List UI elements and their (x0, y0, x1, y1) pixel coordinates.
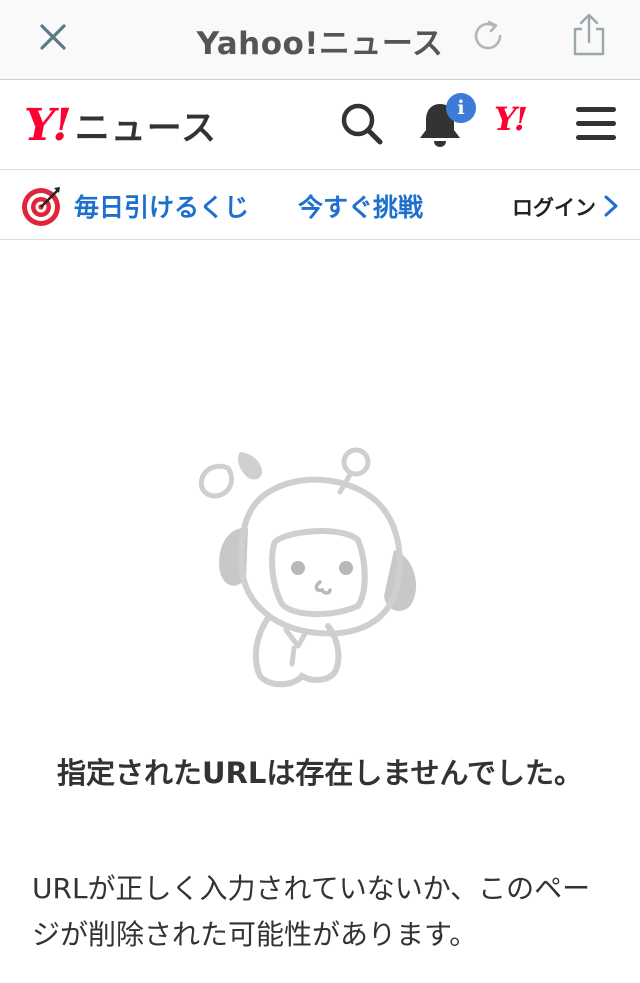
yahoo-news-logo[interactable]: Y! ニュース (24, 99, 217, 151)
search-icon[interactable] (336, 98, 388, 150)
site-header: Y! ニュース (0, 80, 640, 170)
logo-mark: Y! (24, 99, 72, 151)
mascot-illustration (198, 447, 417, 688)
reload-icon[interactable] (470, 18, 506, 54)
promo-bar: 毎日引けるくじ 今すぐ挑戦 ログイン (0, 170, 640, 240)
chevron-right-icon[interactable] (602, 194, 620, 218)
browser-title: Yahoo!ニュース (196, 26, 444, 62)
notification-badge[interactable]: i (446, 93, 476, 123)
yahoo-top-link[interactable]: Y! (494, 100, 528, 138)
target-icon[interactable] (20, 184, 64, 228)
lottery-link[interactable]: 毎日引けるくじ (74, 188, 249, 224)
error-message: URLが正しく入力されていないか、このページが削除された可能性があります。 (32, 872, 591, 951)
login-link[interactable]: ログイン (512, 192, 596, 222)
share-icon[interactable] (570, 12, 608, 58)
browser-toolbar: Yahoo!ニュース (0, 0, 640, 80)
menu-icon[interactable] (570, 98, 622, 150)
logo-text: ニュース (74, 108, 217, 149)
error-title: 指定されたURLは存在しませんでした。 (56, 756, 584, 790)
challenge-link[interactable]: 今すぐ挑戦 (298, 188, 423, 224)
